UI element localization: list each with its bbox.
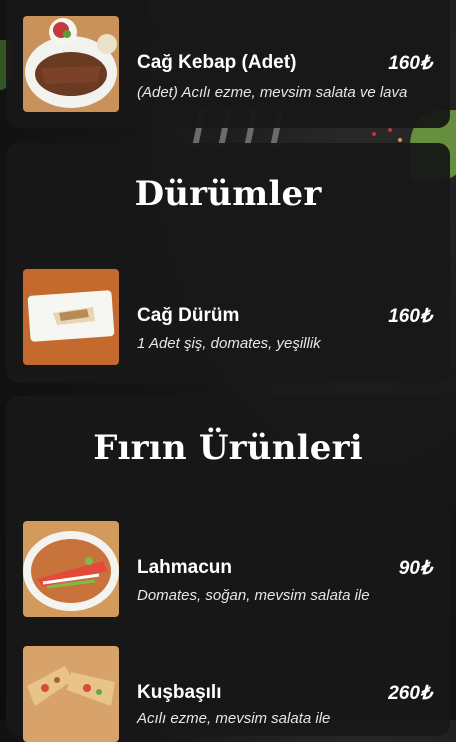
- section-title: Fırın Ürünleri: [93, 428, 363, 468]
- item-price: 90₺: [398, 558, 432, 579]
- wrap-plate-image: [23, 269, 119, 365]
- menu-item[interactable]: Cağ Dürüm 160₺ 1 Adet şiş, domates, yeşi…: [0, 269, 456, 365]
- item-price: 260₺: [388, 683, 432, 704]
- lahmacun-plate-image: [23, 521, 119, 617]
- menu-item[interactable]: Cağ Kebap (Adet) 160₺ (Adet) Acılı ezme,…: [0, 16, 456, 112]
- section-title: Dürümler: [134, 174, 322, 214]
- pide-plate-image: [23, 646, 119, 742]
- item-description: 1 Adet şiş, domates, yeşillik: [137, 335, 321, 352]
- menu-item[interactable]: Kuşbaşılı 260₺ Acılı ezme, mevsim salata…: [0, 646, 456, 742]
- background-spice: [388, 128, 392, 132]
- item-description: Acılı ezme, mevsim salata ile: [137, 710, 331, 727]
- item-name: Kuşbaşılı: [137, 682, 222, 703]
- item-description: Domates, soğan, mevsim salata ile: [137, 587, 370, 604]
- item-price: 160₺: [388, 306, 432, 327]
- item-price: 160₺: [388, 53, 432, 74]
- item-name: Cağ Kebap (Adet): [137, 52, 297, 73]
- menu-item[interactable]: Lahmacun 90₺ Domates, soğan, mevsim sala…: [0, 521, 456, 617]
- item-name: Lahmacun: [137, 557, 233, 578]
- background-spice: [398, 138, 402, 142]
- background-spice: [372, 132, 376, 136]
- kebab-plate-image: [23, 16, 119, 112]
- item-name: Cağ Dürüm: [137, 305, 240, 326]
- item-description: (Adet) Acılı ezme, mevsim salata ve lava: [137, 84, 408, 101]
